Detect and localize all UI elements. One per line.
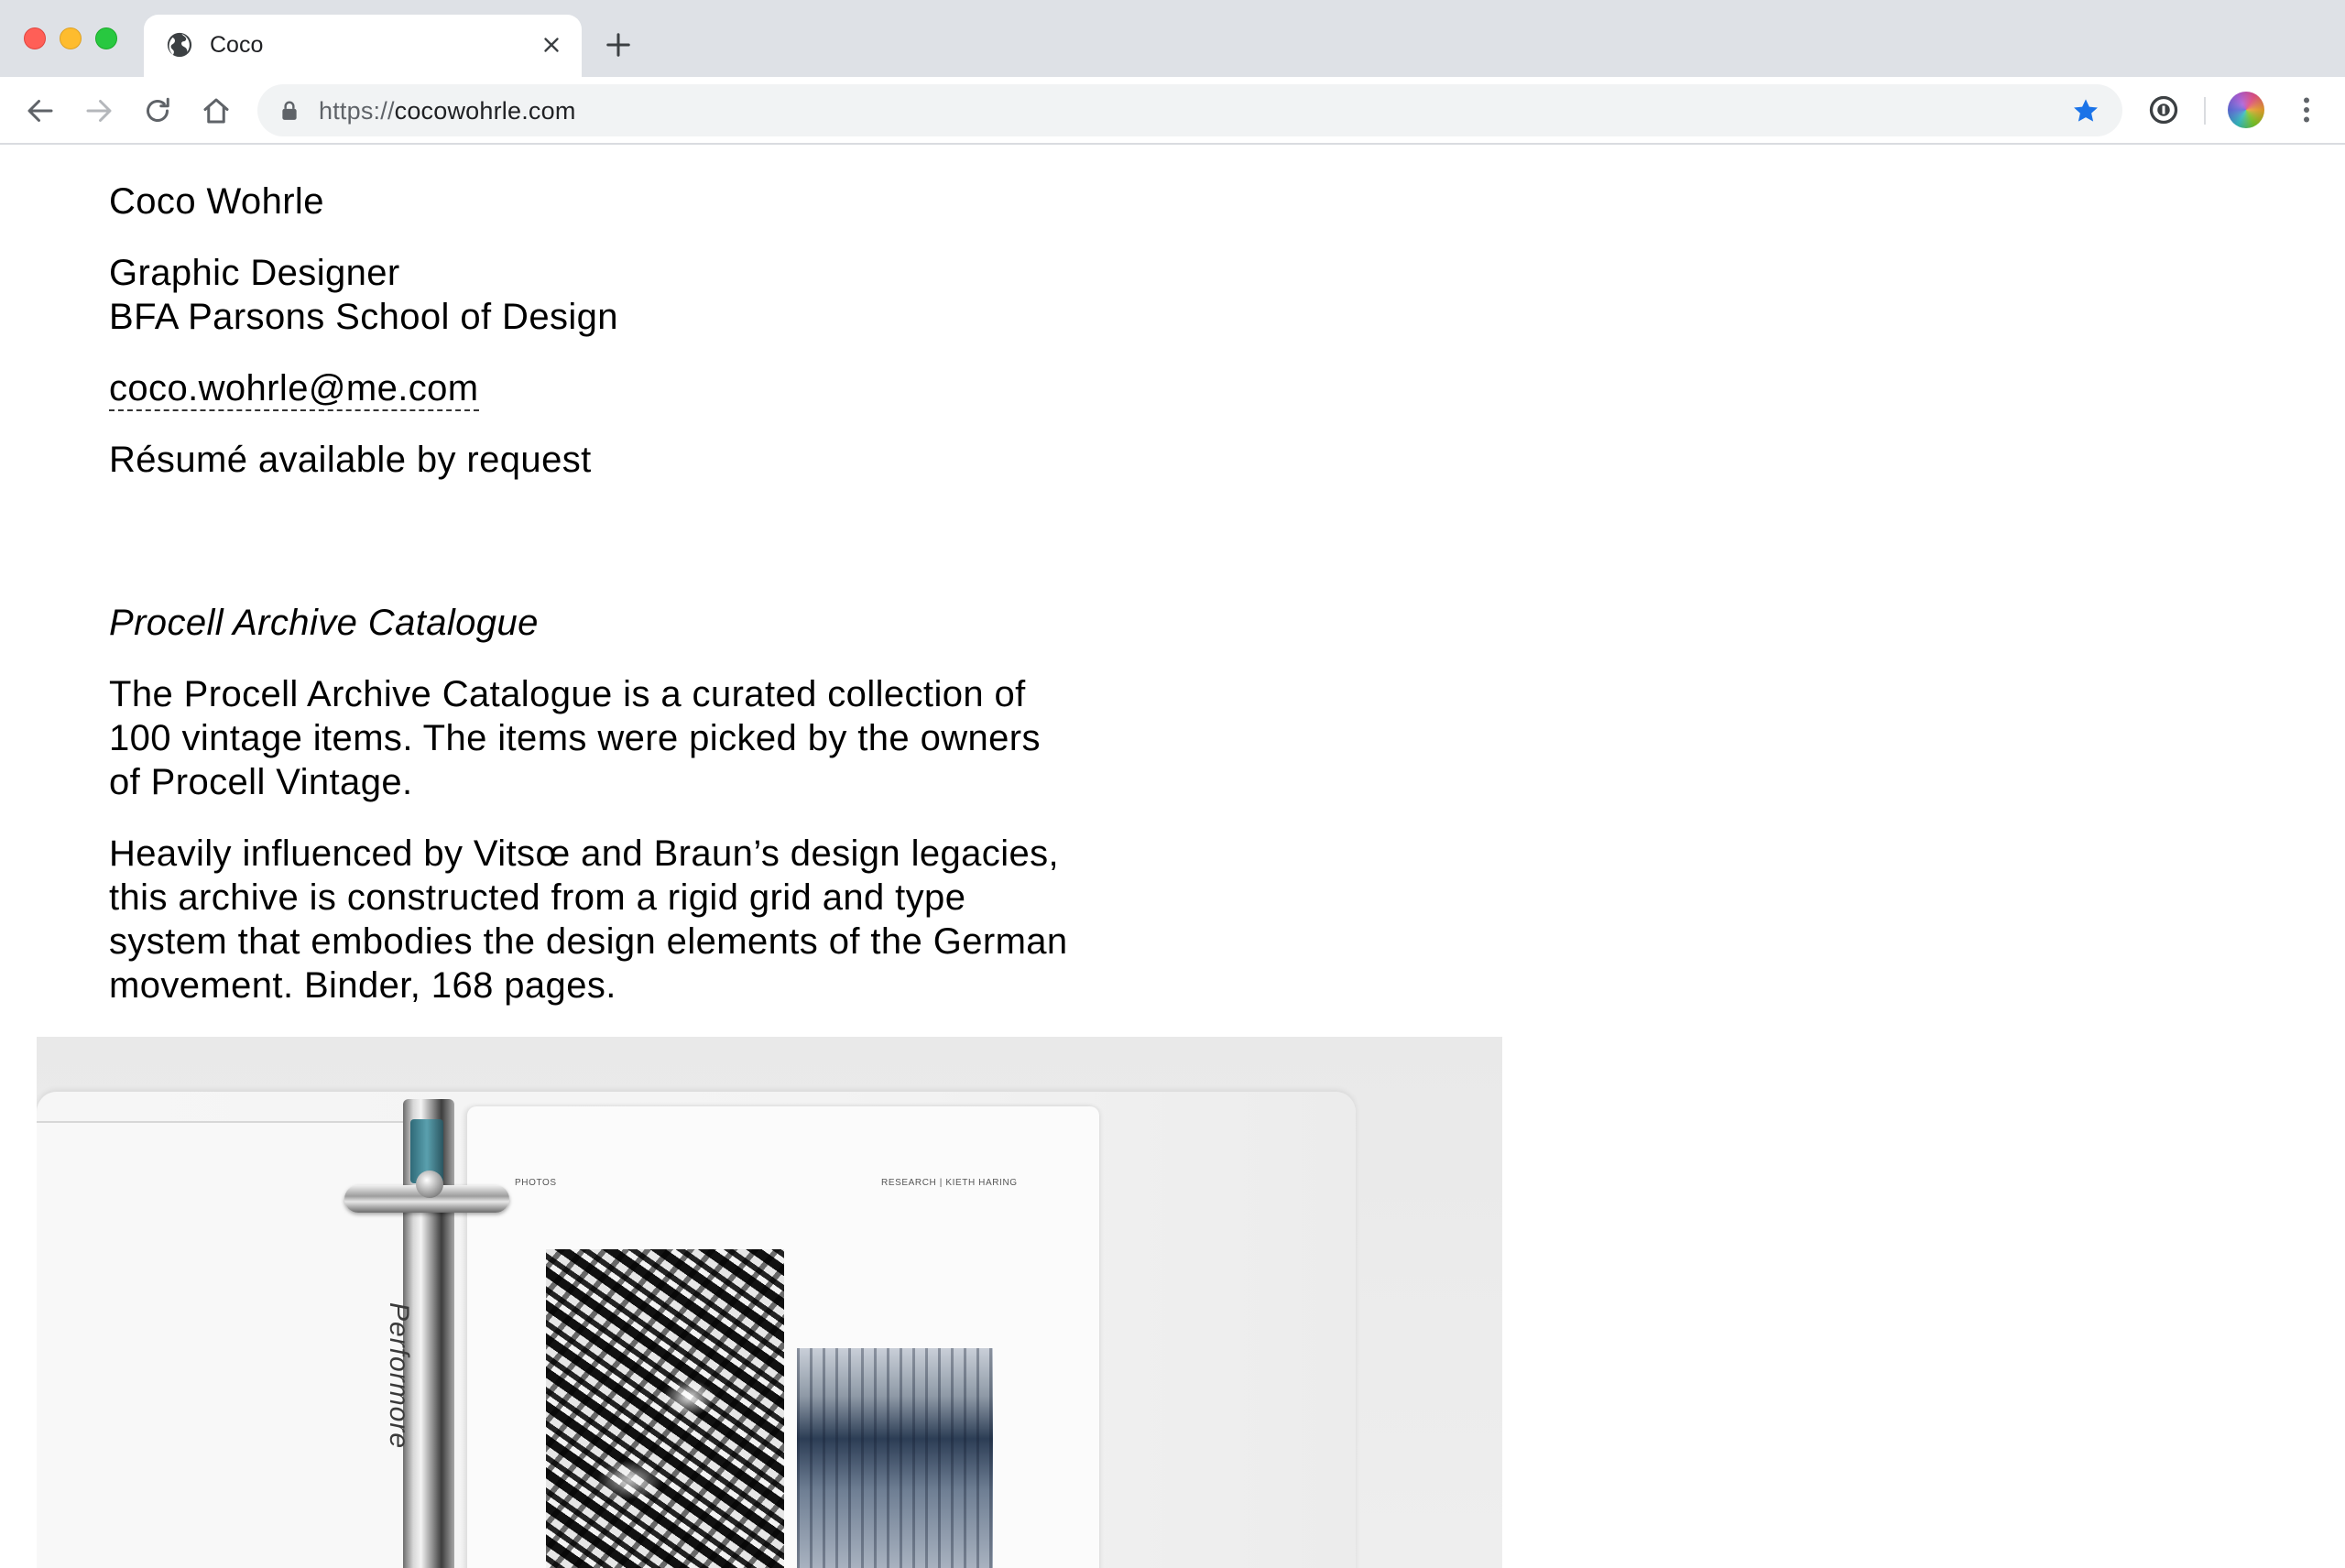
binder-ring-rivet bbox=[416, 1171, 443, 1198]
browser-tab-strip: Coco bbox=[0, 0, 2345, 77]
designer-name: Coco Wohrle bbox=[109, 181, 324, 222]
lock-icon[interactable] bbox=[279, 100, 300, 122]
project-description: The Procell Archive Catalogue is a curat… bbox=[109, 674, 1041, 802]
page-label-left: PHOTOS bbox=[515, 1178, 557, 1188]
maximize-window-button[interactable] bbox=[95, 27, 117, 49]
forward-arrow-icon[interactable] bbox=[82, 94, 115, 127]
designer-role: Graphic Designer bbox=[109, 253, 400, 293]
globe-icon bbox=[167, 32, 192, 58]
resume-note: Résumé available by request bbox=[109, 440, 592, 480]
new-tab-plus-icon[interactable] bbox=[605, 31, 632, 59]
browser-toolbar: https://cocowohrle.com bbox=[0, 77, 2345, 145]
close-window-button[interactable] bbox=[24, 27, 46, 49]
web-page: Coco Wohrle Graphic Designer BFA Parsons… bbox=[0, 145, 2345, 1568]
designer-bio: Graphic Designer BFA Parsons School of D… bbox=[109, 251, 1080, 339]
project-title: Procell Archive Catalogue bbox=[109, 603, 539, 643]
spine-brand-text: Performore bbox=[384, 1302, 414, 1450]
home-icon[interactable] bbox=[200, 94, 233, 127]
toolbar-divider bbox=[2204, 97, 2206, 125]
browser-tab-active[interactable]: Coco bbox=[144, 15, 582, 77]
more-vertical-icon[interactable] bbox=[2290, 93, 2323, 126]
project-photo: PHOTOS RESEARCH | KIETH HARING Performor… bbox=[37, 1037, 1502, 1568]
url-host: cocowohrle.com bbox=[394, 97, 576, 125]
portfolio-text: Coco Wohrle Graphic Designer BFA Parsons… bbox=[109, 180, 1080, 1035]
bookmark-star-icon[interactable] bbox=[2071, 96, 2100, 125]
minimize-window-button[interactable] bbox=[60, 27, 82, 49]
url-text[interactable]: https://cocowohrle.com bbox=[319, 97, 576, 125]
email-line: coco.wohrle@me.com bbox=[109, 366, 1080, 411]
back-arrow-icon[interactable] bbox=[24, 94, 57, 127]
email-link[interactable]: coco.wohrle@me.com bbox=[109, 368, 479, 411]
page-label-right: RESEARCH | KIETH HARING bbox=[881, 1178, 1018, 1188]
designer-school: BFA Parsons School of Design bbox=[109, 297, 618, 337]
address-bar[interactable]: https://cocowohrle.com bbox=[257, 84, 2122, 136]
tab-title: Coco bbox=[210, 32, 264, 58]
keith-haring-print-image bbox=[546, 1249, 784, 1568]
profile-avatar[interactable] bbox=[2228, 92, 2264, 128]
close-tab-icon[interactable] bbox=[540, 33, 563, 57]
building-photo-image bbox=[797, 1348, 993, 1568]
password-manager-icon[interactable] bbox=[2147, 93, 2180, 126]
project-details: Heavily influenced by Vitsœ and Braun’s … bbox=[109, 833, 1068, 1006]
url-scheme: https:// bbox=[319, 97, 395, 125]
reload-icon[interactable] bbox=[141, 94, 174, 127]
